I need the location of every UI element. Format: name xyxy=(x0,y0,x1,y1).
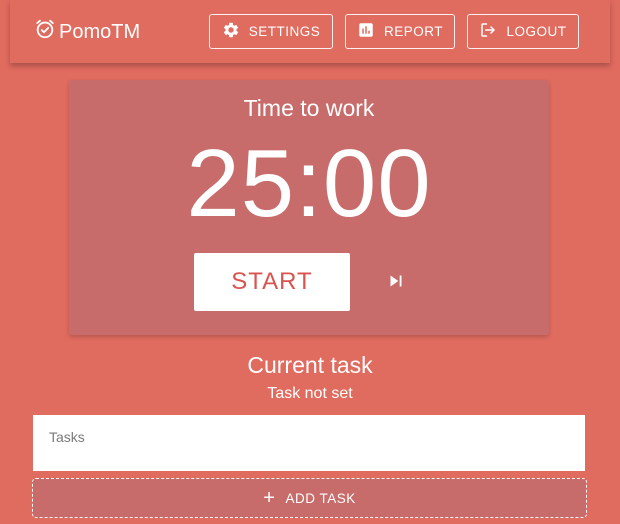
app-name: PomoTM xyxy=(59,20,141,43)
current-task-heading: Current task xyxy=(247,352,373,378)
tasks-field[interactable] xyxy=(33,415,585,471)
logout-button[interactable]: LOGOUT xyxy=(467,14,579,49)
report-label: REPORT xyxy=(383,24,443,39)
timer-countdown: 25:00 xyxy=(186,130,432,237)
logout-label: LOGOUT xyxy=(506,24,567,39)
alarm-check-icon xyxy=(34,18,56,46)
skip-next-icon xyxy=(385,270,407,297)
timer-mode-title: Time to work xyxy=(243,95,375,121)
settings-label: SETTINGS xyxy=(248,24,321,39)
current-task-status: Task not set xyxy=(267,385,353,402)
bar-chart-icon xyxy=(357,21,375,42)
settings-button[interactable]: SETTINGS xyxy=(209,14,333,49)
tasks-input[interactable] xyxy=(33,415,585,471)
brand[interactable]: PomoTM xyxy=(34,19,140,45)
add-task-label: ADD TASK xyxy=(285,490,356,506)
report-button[interactable]: REPORT xyxy=(345,14,455,49)
skip-button[interactable] xyxy=(381,270,411,296)
add-task-button[interactable]: + ADD TASK xyxy=(32,478,587,518)
logout-icon xyxy=(479,21,497,42)
start-button[interactable]: START xyxy=(194,253,350,311)
plus-icon: + xyxy=(263,487,276,509)
timer-card: Time to work 25:00 START xyxy=(69,80,549,335)
gear-icon xyxy=(222,21,240,42)
top-app-bar: PomoTM SETTINGS REPORT LOGOUT xyxy=(10,0,610,63)
